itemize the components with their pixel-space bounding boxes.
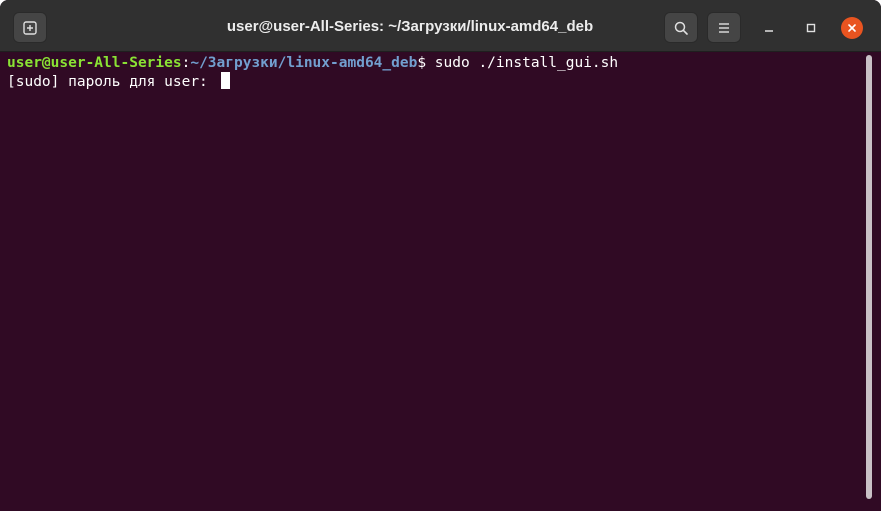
minimize-icon [765,30,773,32]
terminal-output[interactable]: user@user-All-Series:~/Загрузки/linux-am… [0,52,864,511]
new-tab-button[interactable] [13,12,47,43]
close-button[interactable] [841,17,863,39]
terminal-line: user@user-All-Series:~/Загрузки/linux-am… [7,54,864,72]
prompt-user-host: user@user-All-Series [7,55,182,71]
minimize-button[interactable] [758,17,780,39]
search-icon [674,21,688,35]
command-text: sudo ./install_gui.sh [434,55,619,71]
new-tab-icon [23,20,37,35]
prompt-path: ~/Загрузки/linux-amd64_deb [190,55,418,71]
close-icon [848,24,856,32]
terminal-window: user@user-All-Series: ~/Загрузки/linux-a… [0,0,881,511]
scrollbar-thumb[interactable] [866,55,872,499]
terminal-line: [sudo] пароль для user: [7,72,864,90]
search-button[interactable] [664,12,698,43]
hamburger-menu-icon [719,22,729,33]
window-title: user@user-All-Series: ~/Загрузки/linux-a… [226,18,594,35]
prompt-symbol: $ [417,55,435,71]
text-cursor [220,72,230,89]
maximize-icon [806,23,816,33]
maximize-button[interactable] [800,17,822,39]
title-bar[interactable]: user@user-All-Series: ~/Загрузки/linux-a… [0,0,881,52]
menu-button[interactable] [707,12,741,43]
sudo-password-prompt: [sudo] пароль для user: [7,74,217,90]
